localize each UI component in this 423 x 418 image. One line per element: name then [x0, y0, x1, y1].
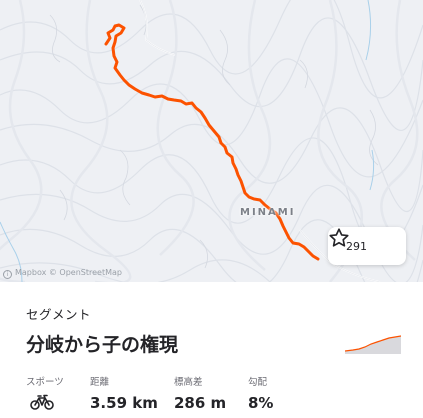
- map-place-label: MINAMI: [240, 207, 296, 218]
- stat-grade-value: 8%: [248, 394, 274, 412]
- star-segment-button[interactable]: 291: [328, 227, 406, 265]
- map-attribution[interactable]: i Mapbox © OpenStreetMap: [3, 268, 122, 279]
- stat-elevation-value: 286 m: [174, 394, 227, 412]
- stat-distance: 距離 3.59 km: [90, 374, 158, 412]
- stat-sport-label: スポーツ: [26, 377, 64, 388]
- stat-sport: スポーツ: [26, 374, 64, 410]
- star-outline-icon: [329, 228, 349, 247]
- stat-elevation-label: 標高差: [174, 377, 203, 388]
- stat-grade-label: 勾配: [248, 377, 268, 388]
- stat-elevation: 標高差 286 m: [174, 374, 226, 412]
- segment-info-panel: セグメント 分岐から子の権現 スポーツ 距離 3.59 km 標高差 286 m…: [0, 282, 423, 418]
- info-icon[interactable]: i: [3, 270, 12, 279]
- stat-distance-label: 距離: [90, 377, 110, 388]
- stat-distance-value: 3.59 km: [90, 394, 158, 412]
- map-attribution-text: Mapbox © OpenStreetMap: [15, 268, 122, 277]
- bike-icon: [30, 394, 54, 410]
- segment-stats: スポーツ 距離 3.59 km 標高差 286 m 勾配 8%: [26, 374, 406, 414]
- segment-title: 分岐から子の権現: [26, 334, 179, 356]
- section-label: セグメント: [26, 307, 92, 322]
- segment-map[interactable]: MINAMI i Mapbox © OpenStreetMap 291: [0, 0, 423, 282]
- stat-grade: 勾配 8%: [248, 374, 273, 412]
- elevation-profile-thumbnail: [345, 335, 401, 354]
